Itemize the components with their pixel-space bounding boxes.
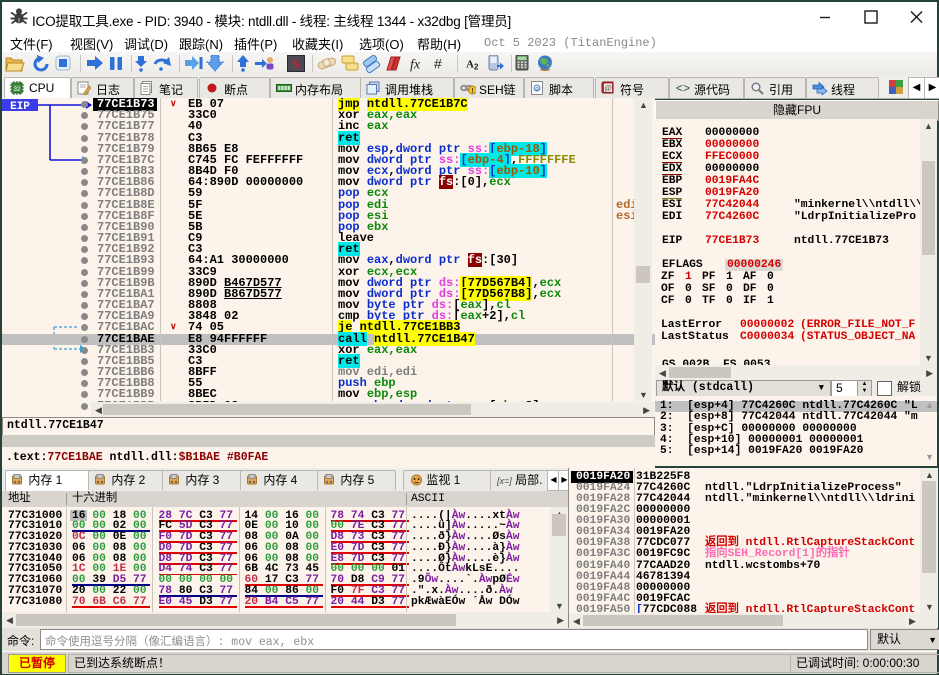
svg-text:o: o: [535, 85, 539, 92]
svg-text:!: !: [472, 88, 474, 95]
svg-text:fx: fx: [410, 58, 421, 73]
svg-text:@: @: [604, 84, 611, 93]
svg-text:A: A: [466, 59, 474, 71]
svg-text:2: 2: [474, 63, 479, 72]
svg-text:#: #: [434, 56, 442, 72]
svg-text:32: 32: [14, 87, 21, 93]
svg-text:<>: <>: [676, 82, 690, 95]
svg-text:S: S: [292, 58, 300, 73]
